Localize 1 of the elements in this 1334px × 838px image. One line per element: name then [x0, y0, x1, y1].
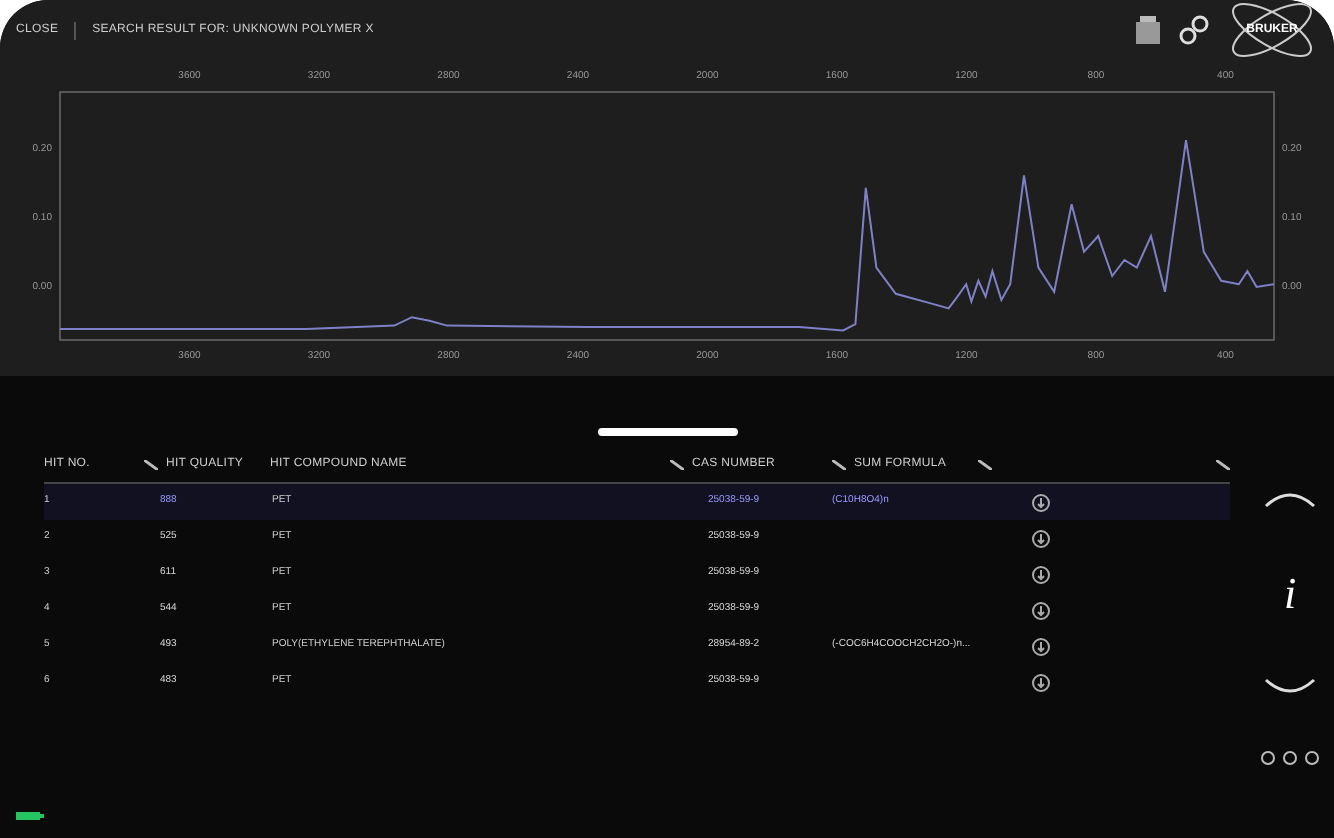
- info-button[interactable]: i: [1283, 560, 1297, 626]
